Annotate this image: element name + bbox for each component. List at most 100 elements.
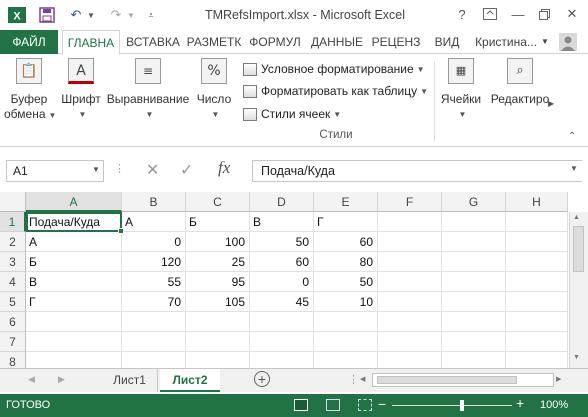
- tab-insert[interactable]: ВСТАВКА: [124, 30, 182, 54]
- user-name[interactable]: Кристина...: [470, 30, 542, 54]
- cell-c7[interactable]: [186, 332, 250, 352]
- vertical-scroll-thumb[interactable]: [573, 226, 584, 272]
- cell-d7[interactable]: [250, 332, 314, 352]
- enter-icon[interactable]: ✓: [180, 160, 193, 180]
- horizontal-scroll-thumb[interactable]: [377, 376, 517, 384]
- cell-h4[interactable]: [506, 272, 568, 292]
- cell-a7[interactable]: [26, 332, 122, 352]
- cell-e6[interactable]: [314, 312, 378, 332]
- minimize-icon[interactable]: —: [506, 3, 530, 25]
- cell-f3[interactable]: [378, 252, 442, 272]
- sheet-next-icon[interactable]: ▶: [58, 374, 65, 385]
- conditional-formatting-button[interactable]: Условное форматирование ▼: [243, 59, 425, 79]
- cell-a5[interactable]: Г: [26, 292, 122, 312]
- row-header-4[interactable]: 4: [0, 272, 26, 292]
- tab-review[interactable]: РЕЦЕНЗ: [368, 30, 424, 54]
- cell-b5[interactable]: 70: [122, 292, 186, 312]
- editing-group[interactable]: ⌕ Редактиро: [488, 58, 552, 107]
- tab-home[interactable]: ГЛАВНА: [62, 30, 120, 55]
- fill-handle[interactable]: [118, 228, 124, 234]
- zoom-slider-thumb[interactable]: [460, 400, 464, 411]
- zoom-slider[interactable]: [392, 405, 512, 406]
- horizontal-scrollbar[interactable]: [372, 373, 554, 387]
- scroll-down-icon[interactable]: ▼: [573, 354, 580, 361]
- row-header-2[interactable]: 2: [0, 232, 26, 252]
- row-header-5[interactable]: 5: [0, 292, 26, 312]
- cell-e7[interactable]: [314, 332, 378, 352]
- cell-b2[interactable]: 0: [122, 232, 186, 252]
- tab-formulas[interactable]: ФОРМУЛ: [246, 30, 304, 54]
- formula-input[interactable]: Подача/Куда: [252, 160, 582, 182]
- save-icon[interactable]: [36, 5, 58, 25]
- cell-d3[interactable]: 60: [250, 252, 314, 272]
- row-header-3[interactable]: 3: [0, 252, 26, 272]
- cell-d4[interactable]: 0: [250, 272, 314, 292]
- help-icon[interactable]: ?: [450, 3, 474, 25]
- cell-f6[interactable]: [378, 312, 442, 332]
- column-header-b[interactable]: B: [122, 192, 186, 212]
- cell-h3[interactable]: [506, 252, 568, 272]
- scroll-left-icon[interactable]: ◀: [360, 375, 365, 383]
- cell-g5[interactable]: [442, 292, 506, 312]
- scroll-up-icon[interactable]: ▲: [573, 214, 580, 221]
- cell-f1[interactable]: [378, 212, 442, 232]
- redo-icon[interactable]: ↷: [106, 5, 126, 25]
- column-header-g[interactable]: G: [442, 192, 506, 212]
- cell-b6[interactable]: [122, 312, 186, 332]
- number-group[interactable]: % Число ▼: [194, 58, 234, 122]
- tab-page-layout[interactable]: РАЗМЕТК: [184, 30, 244, 54]
- cell-h2[interactable]: [506, 232, 568, 252]
- zoom-level[interactable]: 100%: [540, 399, 568, 411]
- cell-c5[interactable]: 105: [186, 292, 250, 312]
- tab-file[interactable]: ФАЙЛ: [0, 30, 58, 54]
- column-header-c[interactable]: C: [186, 192, 250, 212]
- cell-b4[interactable]: 55: [122, 272, 186, 292]
- cell-styles-button[interactable]: Стили ячеек ▼: [243, 104, 341, 124]
- vertical-scrollbar[interactable]: ▲ ▼: [569, 212, 588, 368]
- cell-h1[interactable]: [506, 212, 568, 232]
- cell-g2[interactable]: [442, 232, 506, 252]
- cell-h6[interactable]: [506, 312, 568, 332]
- cell-b1[interactable]: А: [122, 212, 186, 232]
- cell-c2[interactable]: 100: [186, 232, 250, 252]
- insert-function-icon[interactable]: fx: [218, 158, 230, 178]
- tab-data[interactable]: ДАННЫЕ: [308, 30, 366, 54]
- name-box-dropdown-icon[interactable]: ▼: [92, 165, 100, 174]
- maximize-icon[interactable]: [532, 3, 556, 25]
- cell-a6[interactable]: [26, 312, 122, 332]
- column-header-h[interactable]: H: [506, 192, 568, 212]
- name-box[interactable]: A1: [6, 160, 104, 182]
- cancel-icon[interactable]: ✕: [146, 160, 159, 180]
- cell-c1[interactable]: Б: [186, 212, 250, 232]
- worksheet-grid[interactable]: ABCDEFGH 12345678 Подача/Куда А Б В Г А 0 100 50…: [0, 192, 568, 372]
- user-dropdown-icon[interactable]: ▼: [540, 30, 550, 54]
- undo-dropdown-icon[interactable]: ▼: [86, 5, 96, 25]
- cells-group[interactable]: ▦ Ячейки ▼: [438, 58, 484, 122]
- cell-b3[interactable]: 120: [122, 252, 186, 272]
- row-header-6[interactable]: 6: [0, 312, 26, 332]
- cell-g1[interactable]: [442, 212, 506, 232]
- cell-e1[interactable]: Г: [314, 212, 378, 232]
- sheet-prev-icon[interactable]: ◀: [28, 374, 35, 385]
- collapse-ribbon-icon[interactable]: ⌃: [568, 131, 576, 142]
- new-sheet-icon[interactable]: +: [254, 371, 270, 387]
- zoom-out-icon[interactable]: −: [378, 397, 386, 411]
- sheet-tab-2[interactable]: Лист2: [160, 369, 220, 392]
- clipboard-group[interactable]: 📋 Буфер обмена ▼: [4, 58, 56, 123]
- row-header-7[interactable]: 7: [0, 332, 26, 352]
- sheet-tab-1[interactable]: Лист1: [102, 369, 158, 392]
- cell-b7[interactable]: [122, 332, 186, 352]
- cell-f7[interactable]: [378, 332, 442, 352]
- page-layout-view-icon[interactable]: [326, 399, 340, 411]
- ribbon-display-icon[interactable]: [478, 3, 502, 25]
- format-as-table-button[interactable]: Форматировать как таблицу ▼: [243, 81, 428, 101]
- column-header-a[interactable]: A: [26, 192, 122, 212]
- column-header-d[interactable]: D: [250, 192, 314, 212]
- cell-d2[interactable]: 50: [250, 232, 314, 252]
- cell-e3[interactable]: 80: [314, 252, 378, 272]
- cell-c3[interactable]: 25: [186, 252, 250, 272]
- select-all-corner[interactable]: [0, 192, 26, 212]
- cell-a2[interactable]: А: [26, 232, 122, 252]
- undo-icon[interactable]: ↶: [66, 5, 86, 25]
- cell-d1[interactable]: В: [250, 212, 314, 232]
